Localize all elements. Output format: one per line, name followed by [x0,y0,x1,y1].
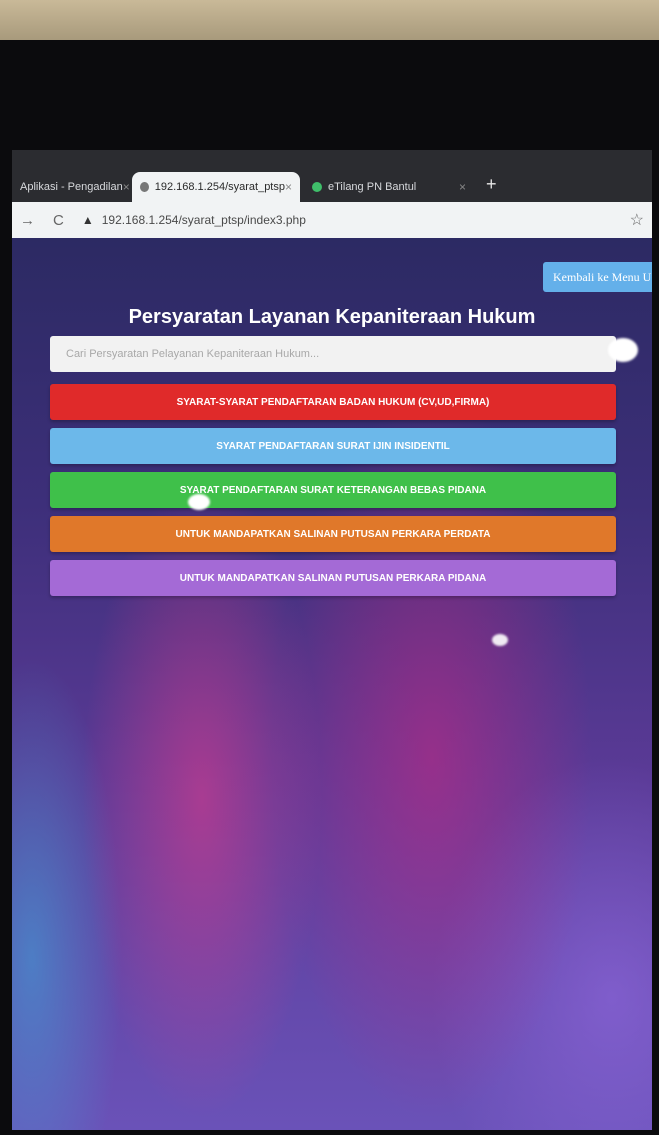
close-icon[interactable]: × [459,180,466,194]
search-input[interactable] [50,336,616,372]
requirement-ijin-insidentil[interactable]: SYARAT PENDAFTARAN SURAT IJIN INSIDENTIL [50,428,616,464]
close-icon[interactable]: × [123,180,130,194]
screen-glare [492,634,508,646]
bookmark-star-icon[interactable]: ☆ [630,210,644,230]
new-tab-button[interactable]: + [486,174,497,195]
back-to-menu-button[interactable]: Kembali ke Menu U [543,262,652,292]
site-icon [312,182,322,192]
page-title: Persyaratan Layanan Kepaniteraan Hukum [128,306,536,328]
requirement-salinan-pidana[interactable]: UNTUK MANDAPATKAN SALINAN PUTUSAN PERKAR… [50,560,616,596]
tab-etilang[interactable]: eTilang PN Bantul × [304,172,474,202]
tab-aplikasi[interactable]: Aplikasi - Pengadilan × [12,172,130,202]
tab-label: eTilang PN Bantul [328,181,417,193]
reload-icon[interactable]: C [53,212,64,229]
requirement-salinan-perdata[interactable]: UNTUK MANDAPATKAN SALINAN PUTUSAN PERKAR… [50,516,616,552]
requirement-badan-hukum[interactable]: SYARAT-SYARAT PENDAFTARAN BADAN HUKUM (C… [50,384,616,420]
globe-icon [140,182,149,192]
screen-glare [608,338,638,362]
address-bar: → C ▲ 192.168.1.254/syarat_ptsp/index3.p… [12,202,652,238]
requirement-label: SYARAT PENDAFTARAN SURAT KETERANGAN BEBA… [179,484,487,496]
warning-icon: ▲ [81,213,94,227]
page-content: Kembali ke Menu U Persyaratan Layanan Ke… [12,238,652,1130]
requirement-label: SYARAT PENDAFTARAN SURAT IJIN INSIDENTIL [216,440,450,452]
requirement-label: UNTUK MANDAPATKAN SALINAN PUTUSAN PERKAR… [175,528,491,540]
tab-label: 192.168.1.254/syarat_ptsp [154,181,285,193]
close-icon[interactable]: × [285,180,292,194]
tab-syarat-ptsp[interactable]: 192.168.1.254/syarat_ptsp × [132,172,300,202]
tab-strip: Aplikasi - Pengadilan × 192.168.1.254/sy… [12,150,652,202]
screen-glare [188,494,210,510]
requirement-label: SYARAT-SYARAT PENDAFTARAN BADAN HUKUM (C… [176,396,490,408]
url-field[interactable]: 192.168.1.254/syarat_ptsp/index3.php [102,213,306,227]
monitor-bezel [0,0,659,40]
requirement-bebas-pidana[interactable]: SYARAT PENDAFTARAN SURAT KETERANGAN BEBA… [50,472,616,508]
forward-icon[interactable]: → [20,212,35,229]
requirement-label: UNTUK MANDAPATKAN SALINAN PUTUSAN PERKAR… [179,572,487,584]
screen: Aplikasi - Pengadilan × 192.168.1.254/sy… [12,150,652,1130]
tab-label: Aplikasi - Pengadilan [20,181,123,193]
